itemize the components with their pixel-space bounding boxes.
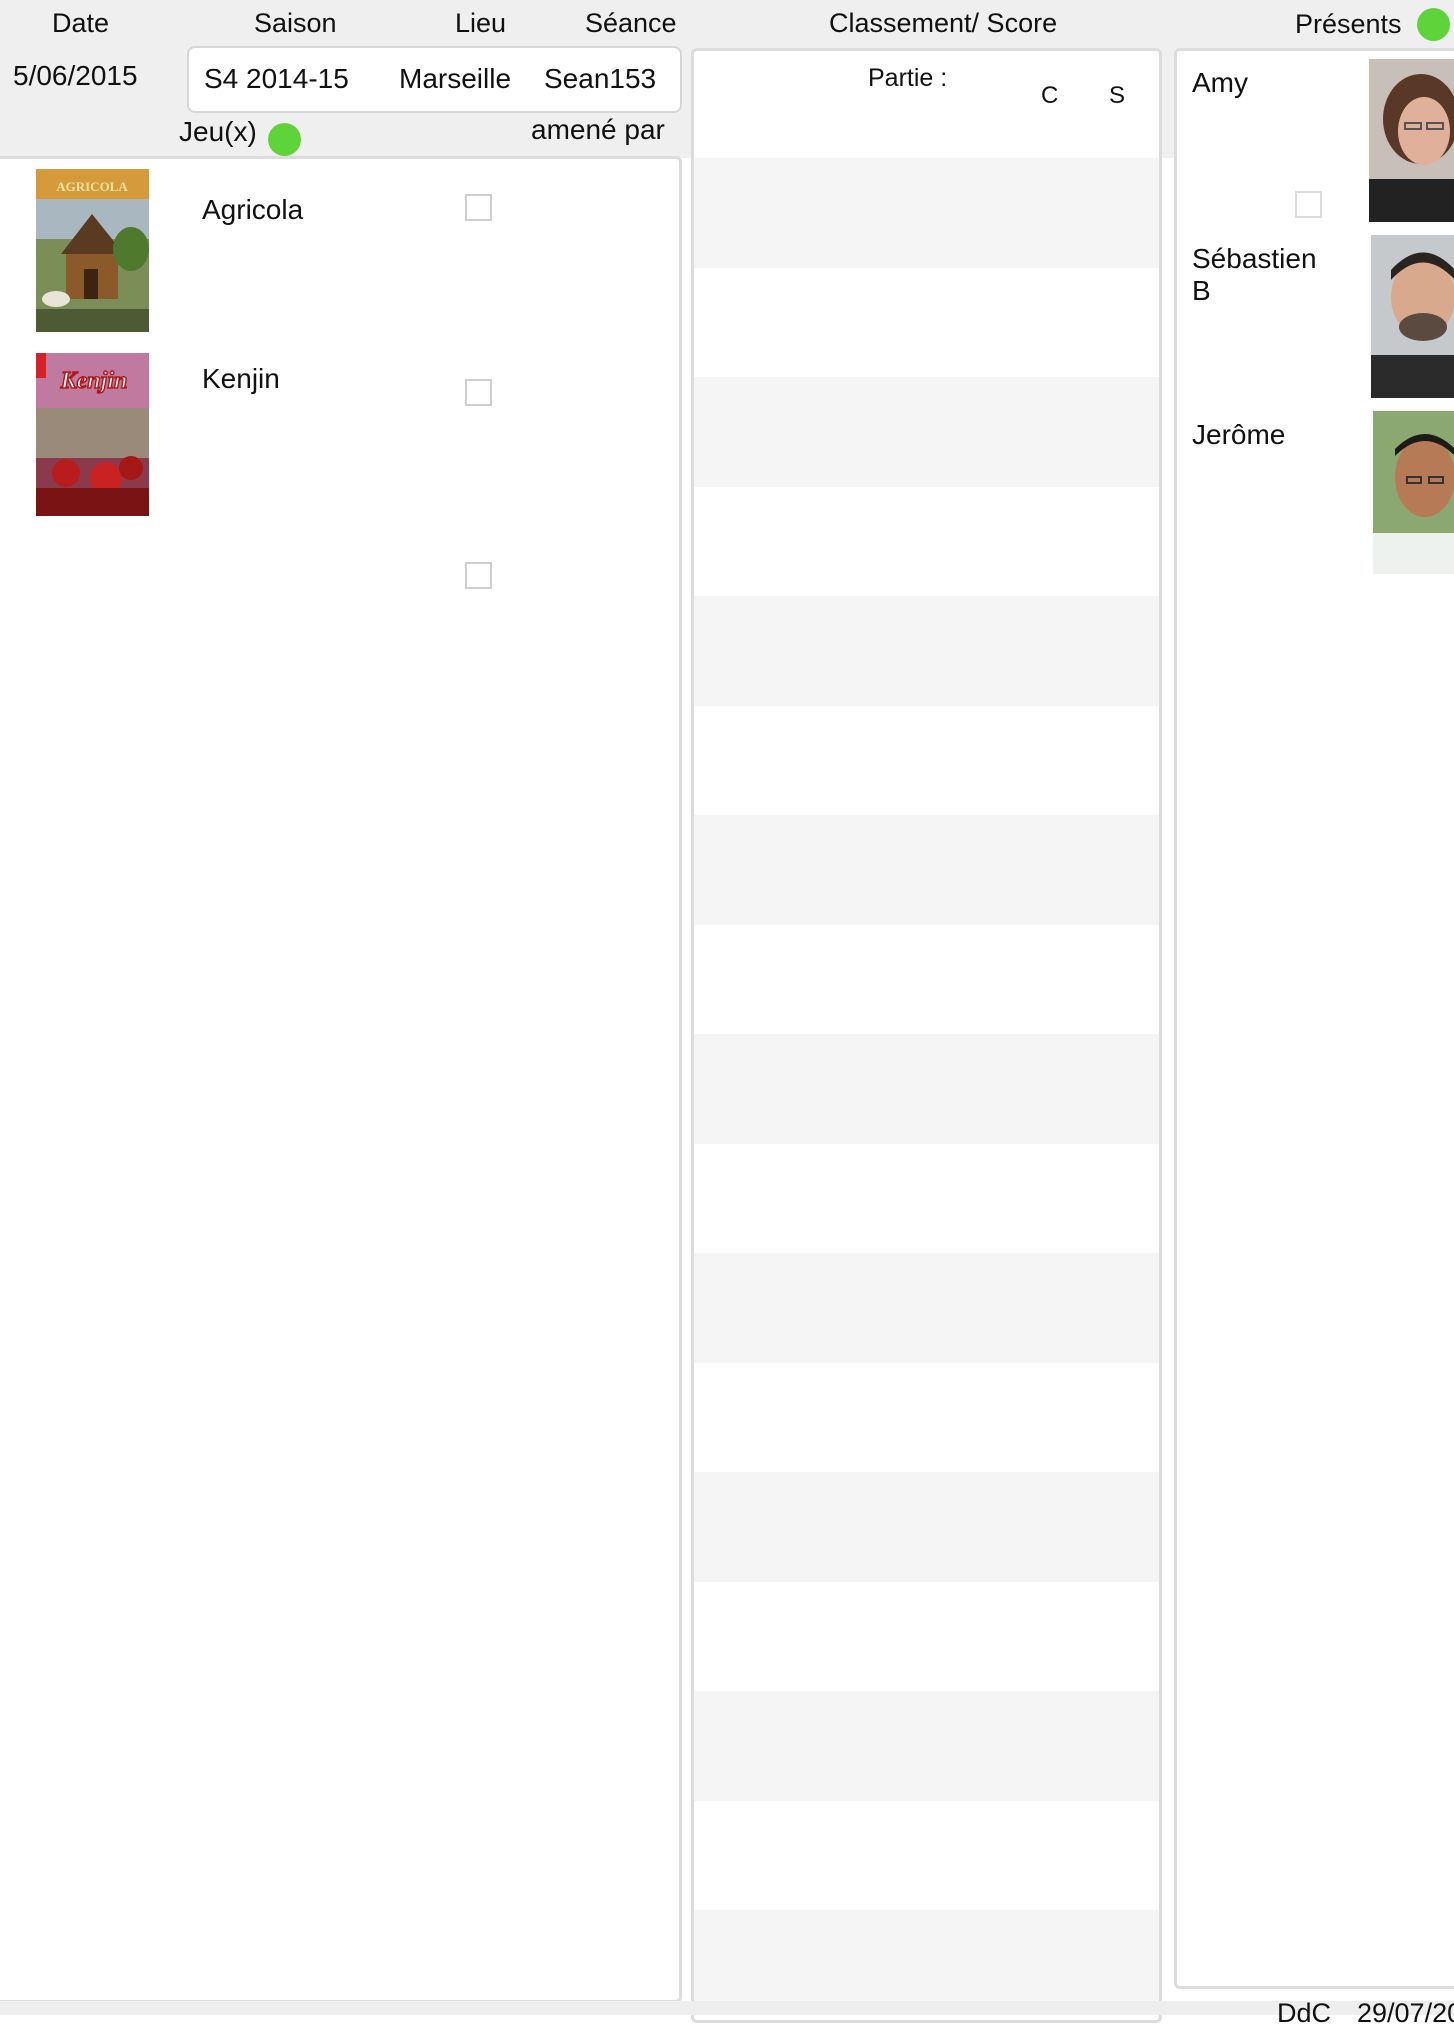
game-row[interactable]: AGRICOLA Agricola [0,169,670,349]
svg-text:AGRICOLA: AGRICOLA [56,179,128,194]
score-row[interactable] [694,268,1159,378]
score-row[interactable] [694,1582,1159,1692]
score-row[interactable] [694,706,1159,816]
session-lieu: Marseille [399,63,512,94]
game-checkbox[interactable] [465,194,492,221]
amene-par-label: amené par [531,114,665,145]
player-name[interactable]: Jerôme [1192,419,1342,451]
score-row[interactable] [694,815,1159,925]
bottom-strip [0,2001,1454,2015]
score-row[interactable] [694,1144,1159,1254]
seance-header: Séance [585,8,677,38]
game-name: Agricola [202,194,304,225]
session-date[interactable]: 5/06/2015 [13,61,138,91]
score-row[interactable] [694,1691,1159,1801]
saison-header: Saison [254,8,337,38]
score-row[interactable] [694,1801,1159,1911]
session-seance: Sean153 [544,63,657,94]
score-row[interactable] [694,925,1159,1035]
player-name[interactable]: Amy [1192,67,1342,99]
game-checkbox[interactable] [465,562,492,589]
agricola-cover-image: AGRICOLA [36,169,149,332]
jeux-label: Jeu(x) [179,116,257,147]
classement-header: Classement/ Score [829,8,1058,38]
score-row[interactable] [694,377,1159,487]
sebastien-avatar[interactable] [1371,235,1454,398]
game-name: Kenjin [202,363,280,394]
score-row[interactable] [694,1363,1159,1473]
session-saison: S4 2014-15 [204,63,349,94]
score-row[interactable] [694,1472,1159,1582]
player-name[interactable]: Sébastien B [1192,243,1342,307]
score-row[interactable] [694,596,1159,706]
kenjin-cover-image: Kenjin [36,353,149,516]
score-row[interactable] [694,487,1159,597]
jeux-status-icon[interactable] [268,123,301,156]
session-info-box[interactable]: S4 2014-15 Marseille Sean153 [187,46,682,113]
svg-text:Kenjin: Kenjin [60,368,128,394]
amy-avatar[interactable] [1369,59,1454,222]
score-row[interactable] [694,1034,1159,1144]
jerome-avatar[interactable] [1373,411,1454,574]
lieu-header: Lieu [455,8,507,38]
presents-status-icon[interactable] [1417,8,1450,41]
ddc-date: 29/07/20 [1357,1998,1454,2028]
player-checkbox[interactable] [1295,191,1322,218]
score-row[interactable] [694,1253,1159,1363]
col-s-label: S [1109,82,1126,109]
score-row[interactable] [694,158,1159,268]
presents-header: Présents [1295,9,1402,39]
game-row[interactable] [0,537,670,717]
ddc-label: DdC [1277,1998,1332,2028]
date-header: Date [52,8,110,38]
score-row[interactable] [694,1910,1159,2005]
game-checkbox[interactable] [465,379,492,406]
col-c-label: C [1041,82,1059,109]
partie-label: Partie : [868,64,948,92]
game-row[interactable]: Kenjin Kenjin [0,353,670,533]
